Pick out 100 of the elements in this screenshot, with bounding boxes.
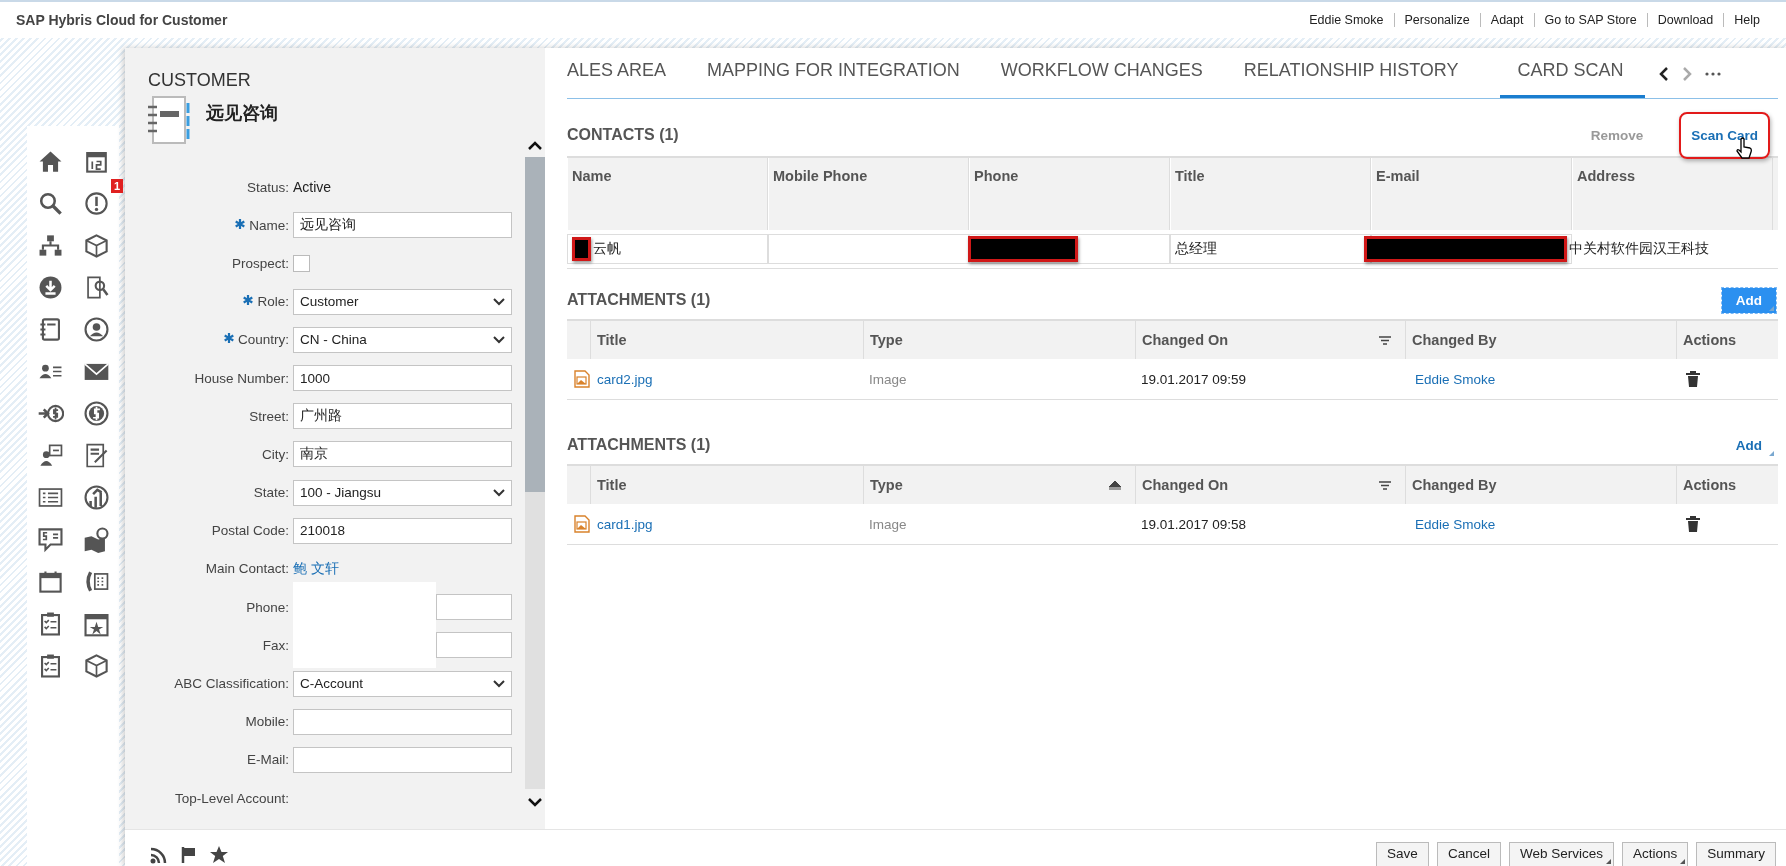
input-field[interactable]: 南京 (293, 441, 512, 468)
notification-badge: 1 (110, 179, 123, 193)
file-link[interactable]: card1.jpg (597, 516, 653, 532)
header-link[interactable]: Download (1647, 13, 1724, 27)
footer-button[interactable]: Cancel (1436, 842, 1501, 866)
column-header[interactable]: Type (863, 321, 1135, 359)
column-header[interactable]: E-mail (1371, 158, 1572, 230)
sort-ascending-icon[interactable] (1109, 480, 1121, 490)
table-cell: 19.01.2017 09:59 (1141, 371, 1247, 387)
rss-icon[interactable] (150, 846, 168, 864)
table-cell: Image (869, 516, 907, 532)
user-link[interactable]: Eddie Smoke (1415, 371, 1496, 387)
field-label: Name: (249, 217, 289, 233)
table-cell: 总经理 (1175, 240, 1217, 258)
column-header[interactable]: Mobile Phone (768, 158, 969, 230)
status-value: Active (293, 179, 332, 196)
tab[interactable]: CARD SCAN (1499, 48, 1645, 98)
caret-icon[interactable] (493, 488, 505, 497)
dropdown-field[interactable]: Customer (293, 288, 512, 315)
input-field[interactable] (436, 594, 512, 621)
field-label: Main Contact: (205, 561, 289, 577)
field-label: Mobile: (245, 714, 289, 730)
input-field[interactable]: 1000 (293, 365, 512, 392)
scroll-up-icon[interactable] (527, 141, 543, 151)
caret-icon[interactable] (493, 335, 505, 344)
dropdown-field[interactable]: 100 - Jiangsu (293, 479, 512, 506)
tab[interactable]: MAPPING FOR INTEGRATION (707, 48, 981, 98)
header-link[interactable]: Go to SAP Store (1534, 13, 1647, 27)
column-header[interactable]: Type (863, 466, 1135, 504)
filter-icon[interactable] (1379, 480, 1391, 490)
field-label: Street: (249, 408, 289, 424)
tab[interactable]: WORKFLOW CHANGES (1000, 48, 1224, 98)
chevron-left-icon[interactable] (1658, 66, 1669, 82)
column-header[interactable]: Changed On (1135, 466, 1405, 504)
app-title: SAP Hybris Cloud for Customer (16, 12, 228, 28)
column-header[interactable]: Actions (1676, 466, 1773, 504)
tab[interactable]: RELATIONSHIP HISTORY (1243, 48, 1480, 98)
header-link[interactable]: Eddie Smoke (1299, 13, 1394, 27)
footer-button[interactable]: Save (1376, 842, 1429, 866)
cube-icon[interactable] (82, 651, 110, 679)
panel-heading: CUSTOMER (148, 70, 251, 91)
input-field[interactable] (436, 632, 512, 659)
person-icon[interactable] (82, 315, 110, 343)
header-link[interactable]: Adapt (1480, 13, 1534, 27)
box-icon[interactable] (82, 231, 110, 259)
more-icon[interactable] (1704, 72, 1721, 76)
field-label: State: (253, 485, 289, 501)
table-cell: 19.01.2017 09:58 (1141, 516, 1247, 532)
header-link[interactable]: Help (1724, 13, 1770, 27)
dropdown-field[interactable]: C-Account (293, 670, 512, 697)
add-button[interactable]: Add (1721, 432, 1776, 458)
field-label: Top-Level Account: (174, 790, 289, 806)
image-file-icon (574, 370, 590, 388)
column-header[interactable]: Title (590, 466, 863, 504)
scroll-down-icon[interactable] (527, 797, 543, 807)
column-header[interactable]: Title (590, 321, 863, 359)
column-header[interactable]: Title (1170, 158, 1371, 230)
user-link[interactable]: Eddie Smoke (1415, 516, 1496, 532)
delete-icon[interactable] (1686, 371, 1700, 387)
field-label: Phone: (246, 599, 289, 615)
file-link[interactable]: card2.jpg (597, 371, 653, 387)
field-label: Status: (246, 179, 289, 195)
footer-button[interactable]: Actions (1621, 842, 1689, 866)
checkbox[interactable] (293, 254, 310, 272)
delete-icon[interactable] (1686, 516, 1700, 532)
contact-link[interactable]: 鲍 文轩 (293, 559, 339, 578)
input-field[interactable] (293, 746, 512, 773)
map-pin-icon[interactable] (82, 525, 110, 553)
caret-icon[interactable] (493, 297, 505, 306)
column-header[interactable]: Changed By (1405, 321, 1676, 359)
filter-icon[interactable] (1379, 335, 1391, 345)
flag-icon[interactable] (180, 846, 198, 864)
column-header[interactable]: Changed By (1405, 466, 1676, 504)
column-header[interactable]: Name (567, 158, 768, 230)
caret-icon[interactable] (493, 679, 505, 688)
footer-button[interactable]: Summary (1696, 842, 1776, 866)
alert-icon[interactable] (82, 189, 110, 217)
field-label: Postal Code: (211, 523, 289, 539)
table-cell: 中关村软件园汉王科技 (1569, 240, 1709, 258)
footer-button[interactable]: Web Services (1508, 842, 1614, 866)
input-field[interactable]: 远见咨询 (293, 212, 512, 239)
field-label: E-Mail: (247, 752, 289, 768)
column-header[interactable]: Phone (969, 158, 1170, 230)
tab[interactable]: ALES AREA (567, 48, 688, 98)
column-header[interactable]: Address (1572, 158, 1773, 230)
input-field[interactable]: 广州路 (293, 403, 512, 430)
globe-chart-icon[interactable] (82, 483, 110, 511)
field-label: Fax: (262, 637, 289, 653)
column-header[interactable]: Actions (1676, 321, 1773, 359)
field-label: House Number: (194, 370, 289, 386)
dollar-icon[interactable] (82, 399, 110, 427)
chat-dollar-icon[interactable] (36, 525, 64, 553)
input-field[interactable]: 210018 (293, 517, 512, 544)
input-field[interactable] (293, 708, 512, 735)
column-header[interactable]: Changed On (1135, 321, 1405, 359)
dropdown-field[interactable]: CN - China (293, 326, 512, 353)
header-link[interactable]: Personalize (1394, 13, 1480, 27)
scrollbar-thumb[interactable] (525, 157, 545, 492)
section-title: ATTACHMENTS (1) (567, 291, 711, 309)
star-icon[interactable] (210, 846, 228, 864)
